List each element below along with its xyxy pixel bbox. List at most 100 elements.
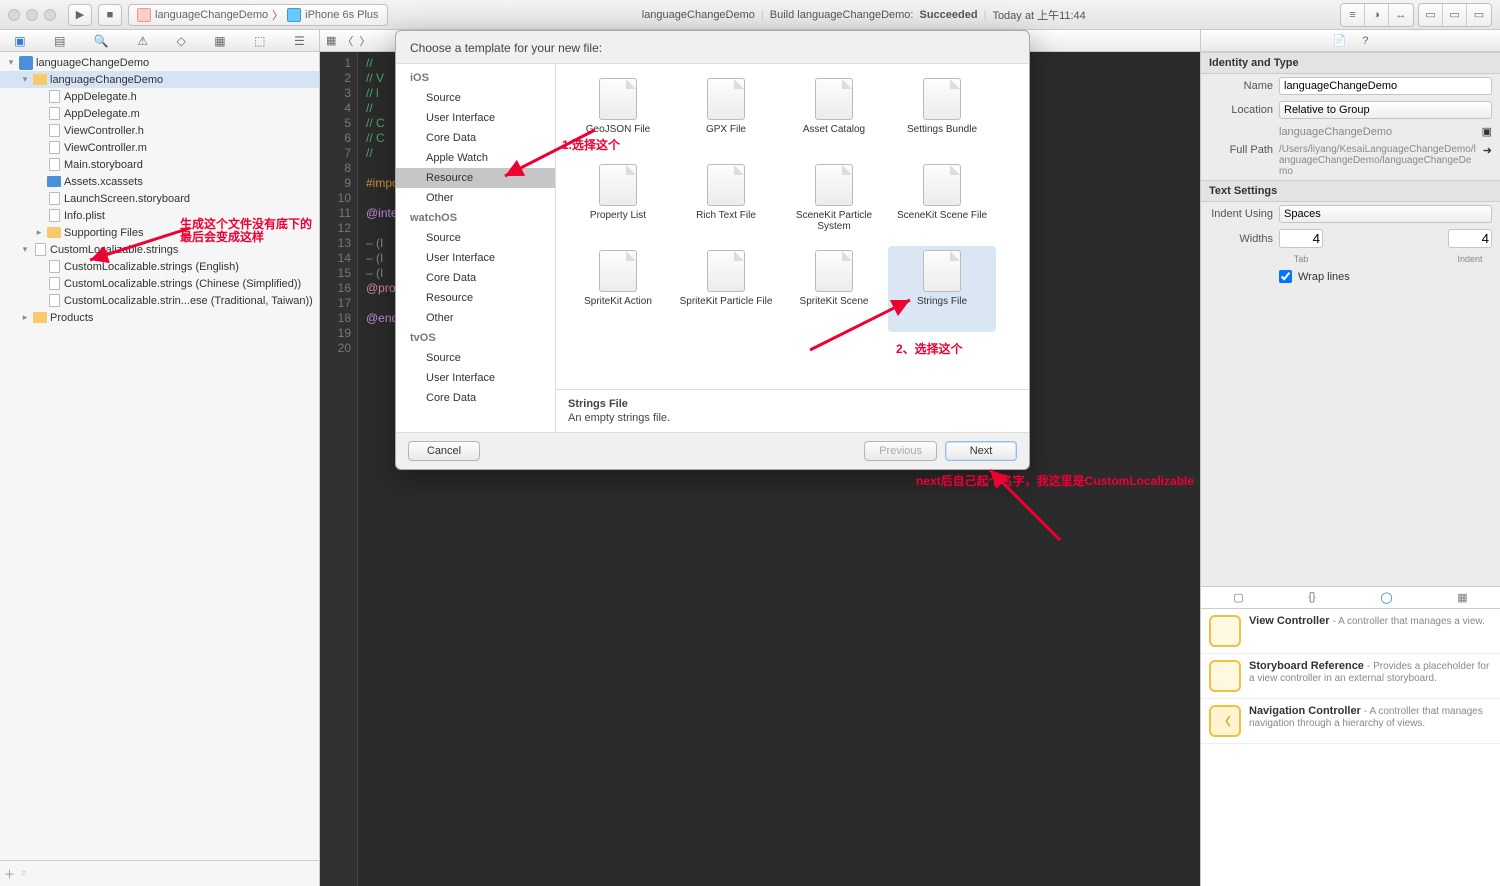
tree-row[interactable]: ViewController.h — [0, 122, 319, 139]
forward-icon[interactable]: 〉 — [359, 33, 370, 49]
category-item[interactable]: Resource — [396, 168, 555, 188]
help-inspector-icon[interactable]: ? — [1362, 35, 1368, 47]
category-item[interactable]: Core Data — [396, 388, 555, 408]
media-lib-icon[interactable]: ▦ — [1457, 591, 1467, 604]
scheme-selector[interactable]: languageChangeDemo 〉 iPhone 6s Plus — [128, 4, 388, 26]
category-item[interactable]: Apple Watch — [396, 148, 555, 168]
template-item[interactable]: SceneKit Particle System — [780, 160, 888, 246]
category-item[interactable]: Core Data — [396, 268, 555, 288]
file-template-lib-icon[interactable]: ▢ — [1233, 591, 1243, 604]
editor-mode-seg[interactable]: ≡ ◑ ↔ — [1340, 3, 1414, 27]
template-item[interactable]: SceneKit Scene File — [888, 160, 996, 246]
tab-width-field[interactable] — [1279, 229, 1323, 248]
template-item[interactable]: Strings File — [888, 246, 996, 332]
filter-icon[interactable]: ⌕ — [21, 867, 315, 880]
indent-select[interactable]: Spaces — [1279, 205, 1492, 223]
library-tabs[interactable]: ▢ {} ◯ ▦ — [1201, 587, 1500, 609]
tree-row[interactable]: ▸Products — [0, 309, 319, 326]
panel-toggle-seg[interactable]: ▭ ▭ ▭ — [1418, 3, 1492, 27]
category-item[interactable]: Source — [396, 228, 555, 248]
template-item[interactable]: SpriteKit Action — [564, 246, 672, 332]
right-panel-icon[interactable]: ▭ — [1467, 4, 1491, 26]
template-grid[interactable]: GeoJSON FileGPX FileAsset CatalogSetting… — [556, 64, 1029, 389]
navigator-filter[interactable]: ＋ ⌕ — [0, 860, 319, 886]
back-icon[interactable]: 〈 — [342, 33, 353, 49]
bottom-panel-icon[interactable]: ▭ — [1443, 4, 1467, 26]
reveal-icon[interactable]: ➜ — [1483, 144, 1492, 157]
tree-row[interactable]: ▾languageChangeDemo — [0, 54, 319, 71]
zoom-icon[interactable] — [44, 9, 56, 21]
find-nav-icon[interactable]: 🔍 — [94, 34, 109, 48]
category-item[interactable]: Source — [396, 88, 555, 108]
standard-editor-icon[interactable]: ≡ — [1341, 4, 1365, 26]
next-button[interactable]: Next — [945, 441, 1017, 461]
tree-row[interactable]: Assets.xcassets — [0, 173, 319, 190]
folder-icon[interactable]: ▣ — [1482, 125, 1492, 138]
category-item[interactable]: Core Data — [396, 128, 555, 148]
template-item[interactable]: SpriteKit Scene — [780, 246, 888, 332]
template-item[interactable]: SpriteKit Particle File — [672, 246, 780, 332]
category-item[interactable]: User Interface — [396, 368, 555, 388]
library-item[interactable]: View Controller - A controller that mana… — [1201, 609, 1500, 654]
category-item[interactable]: Resource — [396, 288, 555, 308]
tree-row[interactable]: CustomLocalizable.strin...ese (Tradition… — [0, 292, 319, 309]
breakpoint-nav-icon[interactable]: ⬚ — [254, 34, 265, 48]
previous-button[interactable]: Previous — [864, 441, 937, 461]
tree-row[interactable]: ▾languageChangeDemo — [0, 71, 319, 88]
version-editor-icon[interactable]: ↔ — [1389, 4, 1413, 26]
template-item[interactable]: GPX File — [672, 74, 780, 160]
category-item[interactable]: Source — [396, 348, 555, 368]
template-item[interactable]: GeoJSON File — [564, 74, 672, 160]
library-item[interactable]: Storyboard Reference - Provides a placeh… — [1201, 654, 1500, 699]
minimize-icon[interactable] — [26, 9, 38, 21]
add-icon[interactable]: ＋ — [4, 866, 15, 882]
tree-row[interactable]: ▾CustomLocalizable.strings — [0, 241, 319, 258]
cancel-button[interactable]: Cancel — [408, 441, 480, 461]
related-icon[interactable]: ▦ — [326, 34, 336, 47]
assistant-editor-icon[interactable]: ◑ — [1365, 4, 1389, 26]
tree-row[interactable]: LaunchScreen.storyboard — [0, 190, 319, 207]
left-panel-icon[interactable]: ▭ — [1419, 4, 1443, 26]
report-nav-icon[interactable]: ☰ — [294, 34, 305, 48]
project-tree[interactable]: ▾languageChangeDemo▾languageChangeDemoAp… — [0, 52, 319, 860]
test-nav-icon[interactable]: ◇ — [177, 34, 186, 48]
object-library: ▢ {} ◯ ▦ View Controller - A controller … — [1201, 586, 1500, 886]
category-item[interactable]: User Interface — [396, 248, 555, 268]
wrap-lines-checkbox[interactable] — [1279, 270, 1292, 283]
tree-row[interactable]: ViewController.m — [0, 139, 319, 156]
inspector: 📄 ? Identity and Type Name Location Rela… — [1200, 30, 1500, 886]
tree-row[interactable]: Main.storyboard — [0, 156, 319, 173]
symbol-nav-icon[interactable]: ▤ — [54, 34, 65, 48]
stop-button[interactable]: ■ — [98, 4, 122, 26]
code-snippet-lib-icon[interactable]: {} — [1308, 591, 1315, 603]
template-item[interactable]: Property List — [564, 160, 672, 246]
indent-width-field[interactable] — [1448, 229, 1492, 248]
library-item[interactable]: 〈Navigation Controller - A controller th… — [1201, 699, 1500, 744]
template-item[interactable]: Asset Catalog — [780, 74, 888, 160]
run-button[interactable]: ▶ — [68, 4, 92, 26]
template-item[interactable]: Rich Text File — [672, 160, 780, 246]
category-item[interactable]: Other — [396, 308, 555, 328]
tree-row[interactable]: Info.plist — [0, 207, 319, 224]
template-categories[interactable]: iOSSourceUser InterfaceCore DataApple Wa… — [396, 64, 556, 432]
location-select[interactable]: Relative to Group — [1279, 101, 1492, 119]
scheme-icon — [137, 8, 151, 22]
category-item[interactable]: Other — [396, 188, 555, 208]
project-nav-icon[interactable]: ▣ — [14, 34, 25, 48]
close-icon[interactable] — [8, 9, 20, 21]
template-detail: Strings File An empty strings file. — [556, 389, 1029, 432]
tree-row[interactable]: AppDelegate.h — [0, 88, 319, 105]
template-item[interactable]: Settings Bundle — [888, 74, 996, 160]
name-field[interactable] — [1279, 77, 1492, 95]
inspector-tabs[interactable]: 📄 ? — [1201, 30, 1500, 52]
issue-nav-icon[interactable]: ⚠ — [137, 34, 148, 48]
file-inspector-icon[interactable]: 📄 — [1333, 34, 1347, 47]
object-lib-icon[interactable]: ◯ — [1380, 591, 1392, 604]
category-item[interactable]: User Interface — [396, 108, 555, 128]
debug-nav-icon[interactable]: ▦ — [214, 34, 225, 48]
navigator-tabs[interactable]: ▣ ▤ 🔍 ⚠ ◇ ▦ ⬚ ☰ — [0, 30, 319, 52]
tree-row[interactable]: AppDelegate.m — [0, 105, 319, 122]
tree-row[interactable]: CustomLocalizable.strings (Chinese (Simp… — [0, 275, 319, 292]
tree-row[interactable]: ▸Supporting Files — [0, 224, 319, 241]
tree-row[interactable]: CustomLocalizable.strings (English) — [0, 258, 319, 275]
